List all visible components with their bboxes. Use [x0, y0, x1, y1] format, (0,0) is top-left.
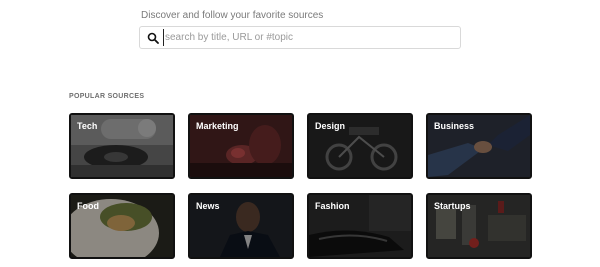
source-tile-fashion[interactable]: Fashion: [307, 193, 413, 259]
source-tile-marketing[interactable]: Marketing: [188, 113, 294, 179]
source-tile-startups[interactable]: Startups: [426, 193, 532, 259]
source-tile-news[interactable]: News: [188, 193, 294, 259]
tile-label: Startups: [434, 201, 471, 211]
page-subtitle: Discover and follow your favorite source…: [141, 10, 324, 21]
tile-label: Food: [77, 201, 99, 211]
source-tile-business[interactable]: Business: [426, 113, 532, 179]
tile-label: News: [196, 201, 220, 211]
popular-sources-heading: POPULAR SOURCES: [69, 93, 145, 100]
tile-label: Business: [434, 121, 475, 131]
tile-label: Fashion: [315, 201, 350, 211]
tile-label: Design: [315, 121, 346, 131]
source-tile-tech[interactable]: Tech: [69, 113, 175, 179]
search-bar[interactable]: [139, 26, 461, 49]
tile-label: Tech: [77, 121, 98, 131]
source-tile-food[interactable]: Food: [69, 193, 175, 259]
tile-label: Marketing: [196, 121, 239, 131]
source-tile-design[interactable]: Design: [307, 113, 413, 179]
search-icon: [147, 32, 159, 44]
discover-sources-page: Discover and follow your favorite source…: [0, 0, 600, 267]
search-input[interactable]: [163, 29, 455, 46]
